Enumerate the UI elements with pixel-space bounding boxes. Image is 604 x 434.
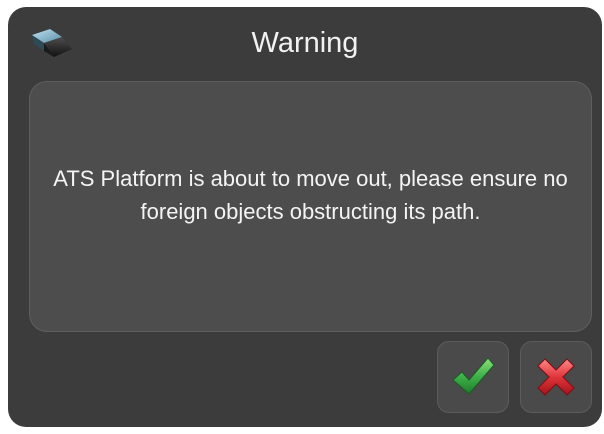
confirm-button[interactable] [437,341,509,413]
cancel-button[interactable] [520,341,592,413]
warning-dialog: Warning ATS Platform is about to move ou… [8,7,602,427]
message-panel: ATS Platform is about to move out, pleas… [29,81,592,332]
close-x-icon [534,355,578,399]
dialog-title-bar: Warning [8,7,602,79]
dialog-title: Warning [251,27,359,59]
checkmark-icon [450,356,496,398]
warning-message: ATS Platform is about to move out, pleas… [53,165,568,224]
